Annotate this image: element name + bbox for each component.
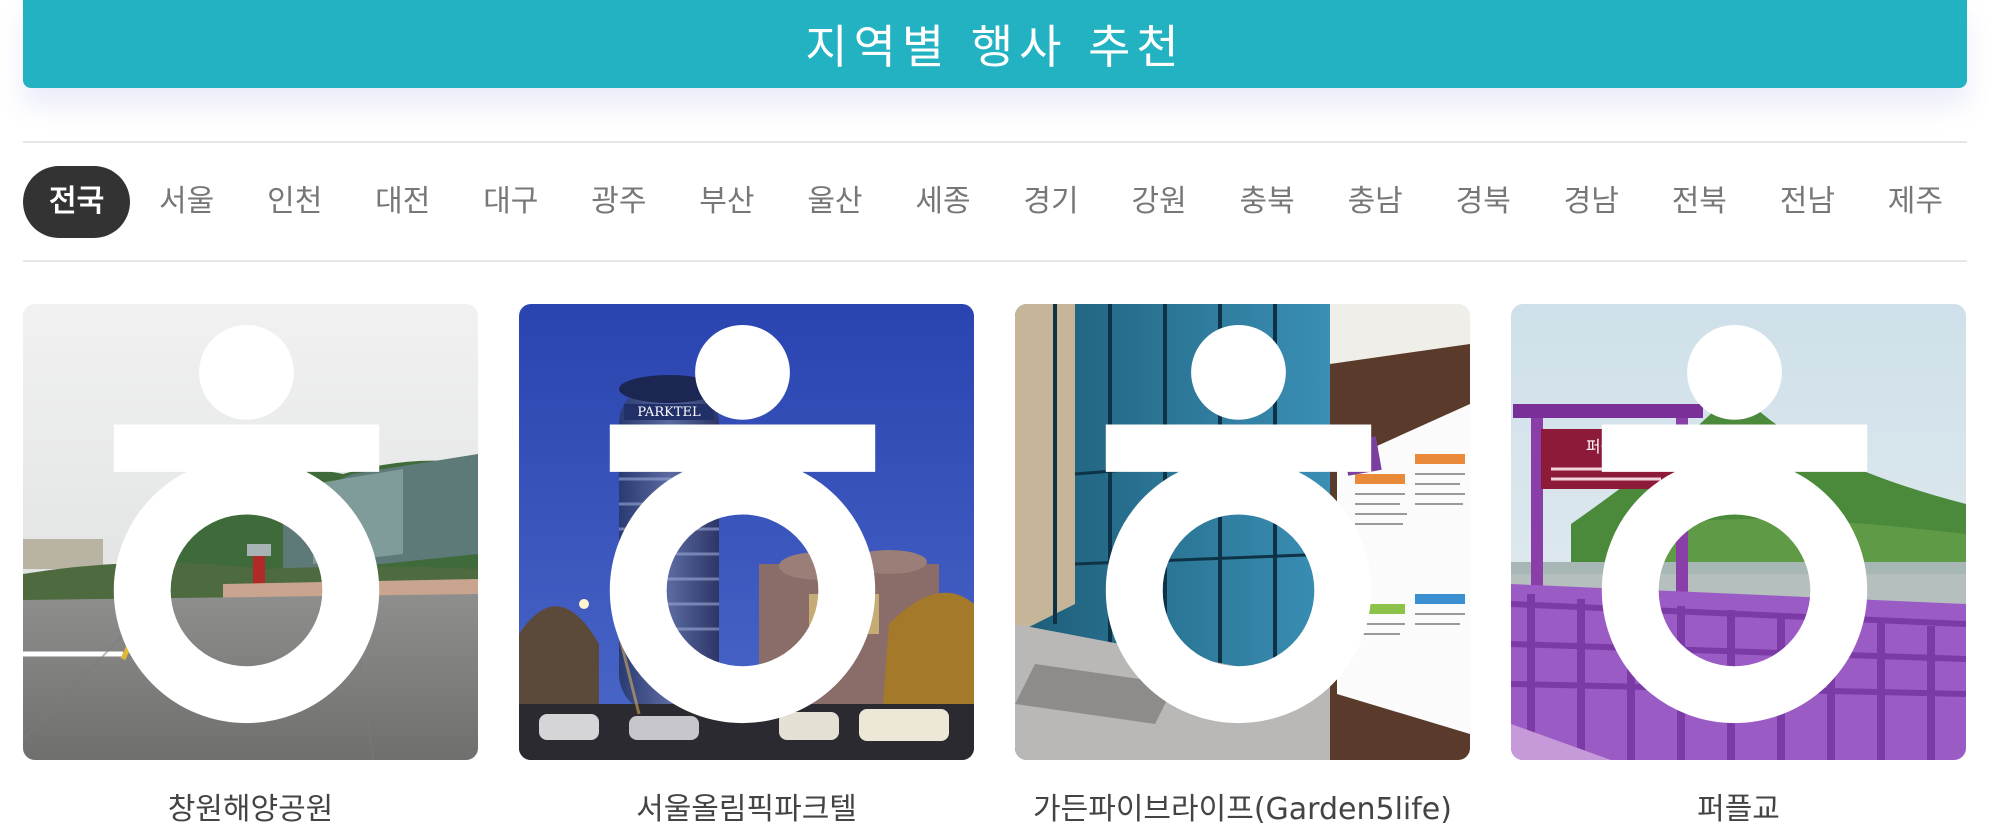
region-tab-sejong[interactable]: 세종 — [891, 166, 994, 238]
event-card[interactable]: PARKTEL 서울올림픽파크텔 — [519, 304, 974, 828]
region-tab-daejeon[interactable]: 대전 — [351, 166, 454, 238]
region-tab-jeonnam[interactable]: 전남 — [1756, 166, 1859, 238]
region-tab-jeju[interactable]: 제주 — [1864, 166, 1967, 238]
card-title[interactable]: 가든파이브라이프(Garden5life) — [1015, 784, 1470, 828]
divider-bottom — [23, 260, 1967, 262]
region-tab-busan[interactable]: 부산 — [675, 166, 778, 238]
plaza-photo[interactable] — [23, 304, 478, 760]
region-tab-gyeonggi[interactable]: 경기 — [999, 166, 1102, 238]
region-tab-chungnam[interactable]: 충남 — [1324, 166, 1427, 238]
region-tab-gyeongbuk[interactable]: 경북 — [1432, 166, 1535, 238]
region-tab-seoul[interactable]: 서울 — [135, 166, 238, 238]
glass-building-photo[interactable] — [1015, 304, 1470, 760]
accessibility-icon — [609, 324, 876, 724]
accessibility-icon — [1105, 324, 1372, 724]
card-title[interactable]: 창원해양공원 — [23, 784, 478, 828]
card-title[interactable]: 서울올림픽파크텔 — [519, 784, 974, 828]
region-tab-chungbuk[interactable]: 충북 — [1216, 166, 1319, 238]
region-tab-jeonbuk[interactable]: 전북 — [1648, 166, 1751, 238]
event-card[interactable]: 창원해양공원 — [23, 304, 478, 828]
region-tab-gwangju[interactable]: 광주 — [567, 166, 670, 238]
accessibility-icon — [1601, 324, 1868, 724]
page-title: 지역별 행사 추천 — [805, 20, 1185, 74]
region-tabs: 전국 서울 인천 대전 대구 광주 부산 울산 세종 경기 강원 충북 충남 경… — [23, 164, 1967, 240]
region-tab-daegu[interactable]: 대구 — [459, 166, 562, 238]
region-tab-all[interactable]: 전국 — [23, 166, 131, 238]
event-card[interactable]: 퍼플교 퍼플교 — [1511, 304, 1966, 828]
purple-bridge-photo[interactable]: 퍼플교 — [1511, 304, 1966, 760]
region-tab-gangwon[interactable]: 강원 — [1107, 166, 1210, 238]
header-banner: 지역별 행사 추천 — [23, 0, 1967, 88]
region-tab-ulsan[interactable]: 울산 — [783, 166, 886, 238]
event-card[interactable]: 가든파이브라이프(Garden5life) — [1015, 304, 1470, 828]
region-tab-gyeongnam[interactable]: 경남 — [1540, 166, 1643, 238]
divider-top — [23, 141, 1967, 143]
region-tab-incheon[interactable]: 인천 — [243, 166, 346, 238]
hotel-tower-night-photo[interactable]: PARKTEL — [519, 304, 974, 760]
card-title[interactable]: 퍼플교 — [1511, 784, 1966, 828]
accessibility-icon — [113, 324, 380, 724]
